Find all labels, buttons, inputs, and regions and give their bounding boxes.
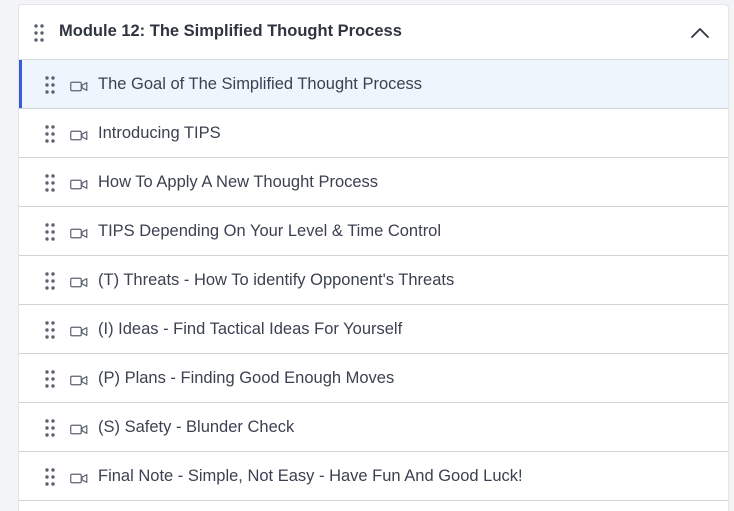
lesson-title: Final Note - Simple, Not Easy - Have Fun… bbox=[98, 467, 523, 485]
lesson-item[interactable]: (P) Plans - Finding Good Enough Moves bbox=[19, 354, 728, 403]
drag-handle-icon[interactable] bbox=[45, 76, 55, 94]
lesson-title: TIPS Depending On Your Level & Time Cont… bbox=[98, 222, 442, 240]
drag-handle-icon[interactable] bbox=[45, 419, 55, 437]
video-camera-icon bbox=[70, 471, 88, 484]
lesson-item[interactable]: (I) Ideas - Find Tactical Ideas For Your… bbox=[19, 305, 728, 354]
lesson-title: (T) Threats - How To identify Opponent's… bbox=[98, 271, 455, 289]
lesson-item[interactable]: The Goal of The Simplified Thought Proce… bbox=[19, 60, 728, 109]
lesson-item[interactable]: Introducing TIPS bbox=[19, 109, 728, 158]
lesson-item[interactable]: (T) Threats - How To identify Opponent's… bbox=[19, 256, 728, 305]
module-title: Module 12: The Simplified Thought Proces… bbox=[59, 22, 402, 40]
lesson-title: (P) Plans - Finding Good Enough Moves bbox=[98, 369, 395, 387]
lesson-list: The Goal of The Simplified Thought Proce… bbox=[19, 60, 728, 501]
lesson-item[interactable]: How To Apply A New Thought Process bbox=[19, 158, 728, 207]
video-camera-icon bbox=[70, 226, 88, 239]
video-camera-icon bbox=[70, 128, 88, 141]
lesson-title: How To Apply A New Thought Process bbox=[98, 173, 379, 191]
lesson-title: (I) Ideas - Find Tactical Ideas For Your… bbox=[98, 320, 403, 338]
chevron-up-icon[interactable] bbox=[688, 21, 712, 45]
drag-handle-icon[interactable] bbox=[45, 272, 55, 290]
module-header[interactable]: Module 12: The Simplified Thought Proces… bbox=[19, 5, 728, 60]
video-camera-icon bbox=[70, 422, 88, 435]
video-camera-icon bbox=[70, 373, 88, 386]
lesson-item[interactable]: TIPS Depending On Your Level & Time Cont… bbox=[19, 207, 728, 256]
lesson-title: Introducing TIPS bbox=[98, 124, 221, 142]
drag-handle-icon[interactable] bbox=[34, 24, 44, 47]
drag-handle-icon[interactable] bbox=[45, 370, 55, 388]
drag-handle-icon[interactable] bbox=[45, 321, 55, 339]
lesson-item[interactable]: Final Note - Simple, Not Easy - Have Fun… bbox=[19, 452, 728, 501]
drag-handle-icon[interactable] bbox=[45, 174, 55, 192]
video-camera-icon bbox=[70, 324, 88, 337]
lesson-item[interactable]: (S) Safety - Blunder Check bbox=[19, 403, 728, 452]
lesson-title: The Goal of The Simplified Thought Proce… bbox=[98, 75, 423, 93]
lesson-title: (S) Safety - Blunder Check bbox=[98, 418, 295, 436]
module-panel: Module 12: The Simplified Thought Proces… bbox=[18, 4, 729, 511]
drag-handle-icon[interactable] bbox=[45, 125, 55, 143]
drag-handle-icon[interactable] bbox=[45, 223, 55, 241]
video-camera-icon bbox=[70, 79, 88, 92]
video-camera-icon bbox=[70, 275, 88, 288]
video-camera-icon bbox=[70, 177, 88, 190]
drag-handle-icon[interactable] bbox=[45, 468, 55, 486]
